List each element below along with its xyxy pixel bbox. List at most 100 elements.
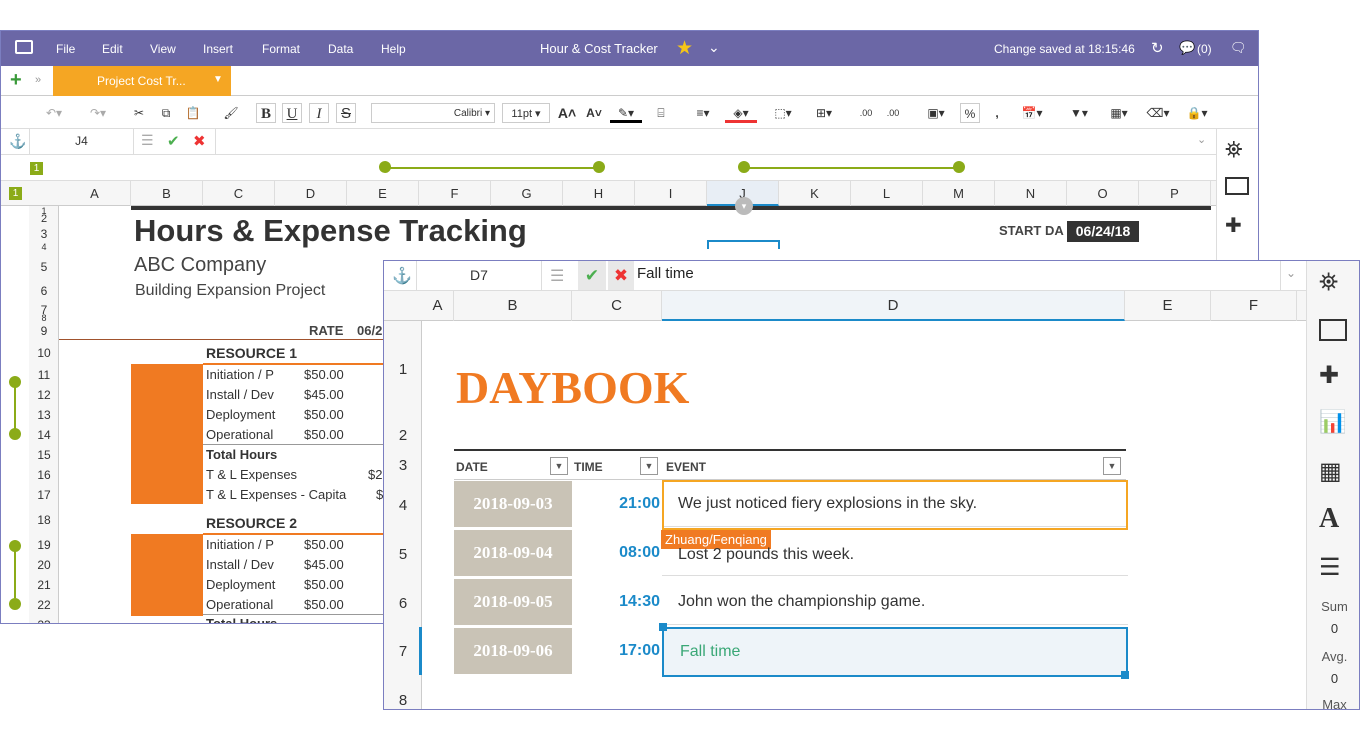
column-header-c[interactable]: C [203,181,275,206]
resource-1-header[interactable]: RESOURCE 1 [206,345,297,361]
anchor-icon[interactable]: ⚓ [9,133,26,150]
filter-dropdown-icon[interactable]: ▼ [550,457,568,475]
time-cell[interactable]: 08:00 [572,530,662,576]
row-header-3[interactable]: 3 [384,457,422,474]
row-header-16[interactable]: 16 [29,468,59,482]
selected-cell-j4[interactable] [707,240,780,249]
time-cell[interactable]: 21:00 [572,481,662,527]
puzzle-icon[interactable]: ✚ [1319,361,1349,391]
increase-font-icon[interactable]: A˄ [557,103,577,123]
row-header-9[interactable]: 9 [29,324,59,338]
resource-1-rate[interactable]: $50.00 [304,367,344,382]
menu-file[interactable]: File [56,42,75,56]
column-header-h[interactable]: H [563,181,635,206]
name-box[interactable]: D7 [416,261,542,290]
chevron-down-icon[interactable]: ⌄ [708,39,720,56]
function-icon[interactable]: ☰ [550,266,564,286]
font-family-select[interactable]: Calibri ▾ [371,103,495,123]
header-date[interactable]: DATE [456,460,488,474]
scroll-handle-icon[interactable]: ▾ [735,197,753,215]
tab-menu-icon[interactable]: ▼ [213,74,223,85]
event-cell[interactable]: John won the championship game. [662,579,1128,625]
start-date-label[interactable]: START DA [999,223,1064,238]
border-icon[interactable]: ⬚▾ [767,103,799,123]
table-icon[interactable]: ▦▾ [1102,103,1136,123]
image-icon[interactable] [1225,177,1249,195]
menu-edit[interactable]: Edit [102,42,123,56]
row-header-19[interactable]: 19 [29,538,59,552]
percent-button[interactable]: % [960,103,980,123]
undo-icon[interactable]: ↶▾ [37,103,71,123]
layout-icon[interactable]: ☰ [1319,553,1349,583]
resource-2-rate[interactable]: $50.00 [304,537,344,552]
menu-data[interactable]: Data [328,42,353,56]
rate-date[interactable]: 06/2 [357,323,382,338]
name-box[interactable]: J4 [29,129,134,154]
image-icon[interactable] [1319,319,1347,341]
time-cell[interactable]: 17:00 [572,628,662,674]
date-cell[interactable]: 2018-09-03 [454,481,572,527]
tab-project-cost[interactable]: Project Cost Tr... ▼ [53,66,231,96]
font-size-select[interactable]: 11pt ▾ [502,103,550,123]
row-header-8[interactable]: 8 [384,692,422,709]
row-header-17[interactable]: 17 [29,488,59,502]
chart-icon[interactable]: 📊 [1319,409,1349,439]
menu-insert[interactable]: Insert [203,42,233,56]
italic-icon[interactable]: I [309,103,329,123]
column-header-a[interactable]: A [59,181,131,206]
column-header-b[interactable]: B [131,181,203,206]
column-header-p[interactable]: P [1139,181,1211,206]
collapse-group-icon[interactable] [738,161,750,173]
row-header-21[interactable]: 21 [29,578,59,592]
document-title[interactable]: Hour & Cost Tracker [540,41,658,56]
event-cell[interactable]: Lost 2 pounds this week. [662,530,1128,576]
row-header-1[interactable]: 1 [384,361,422,378]
cancel-icon[interactable]: ✖ [608,261,634,290]
header-time[interactable]: TIME [574,460,603,474]
monitor-icon[interactable] [15,40,33,54]
selection-handle[interactable] [659,623,667,631]
column-header-e[interactable]: E [1125,291,1211,321]
wrap-icon[interactable]: ⌸ [651,103,671,123]
column-header-g[interactable]: G [491,181,563,206]
paste-icon[interactable]: 📋 [183,103,203,123]
row-header-4[interactable]: 4 [384,497,422,514]
resource-1-task[interactable]: Initiation / P [206,367,274,382]
function-icon[interactable]: ☰ [141,132,154,149]
resource-1-rate[interactable]: $50.00 [304,427,344,442]
column-header-k[interactable]: K [779,181,851,206]
column-header-n[interactable]: N [995,181,1067,206]
row-header-12[interactable]: 12 [29,388,59,402]
row-header-5[interactable]: 5 [384,546,422,563]
column-header-c[interactable]: C [572,291,662,321]
date-cell[interactable]: 2018-09-06 [454,628,572,674]
column-header-l[interactable]: L [851,181,923,206]
table-icon[interactable]: ▦ [1319,457,1349,487]
resource-2-task[interactable]: Operational [206,597,273,612]
filter-icon[interactable]: ▼▾ [1063,103,1095,123]
currency-icon[interactable]: ▣▾ [919,103,953,123]
menu-view[interactable]: View [150,42,176,56]
time-cell[interactable]: 14:30 [572,579,662,625]
resource-1-tl-value[interactable]: $2 [368,467,382,482]
date-format-icon[interactable]: 📅▾ [1015,103,1049,123]
puzzle-icon[interactable]: ✚ [1225,213,1242,238]
row-header-10[interactable]: 10 [29,346,59,360]
confirm-icon[interactable]: ✔ [167,132,180,150]
active-event-cell[interactable]: Fall time [662,627,1128,677]
decrease-decimal-icon[interactable]: .00 [856,103,876,123]
row-header-5[interactable]: 5 [29,260,59,274]
row-header-6[interactable]: 6 [29,284,59,298]
sheet-title[interactable]: Hours & Expense Tracking [134,213,527,249]
collapse-group-icon[interactable] [379,161,391,173]
chat-icon[interactable]: 🗨 [1230,40,1247,56]
rate-label[interactable]: RATE [309,323,343,338]
column-header-f[interactable]: F [419,181,491,206]
expand-icon[interactable]: ⌄ [1286,266,1296,280]
row-header-14[interactable]: 14 [29,428,59,442]
format-painter-icon[interactable]: 🖌 [221,103,241,123]
row-group-level-button[interactable]: 1 [9,187,22,200]
cut-icon[interactable]: ✂ [129,103,149,123]
resource-2-rate[interactable]: $50.00 [304,577,344,592]
bold-icon[interactable]: B [256,103,276,123]
